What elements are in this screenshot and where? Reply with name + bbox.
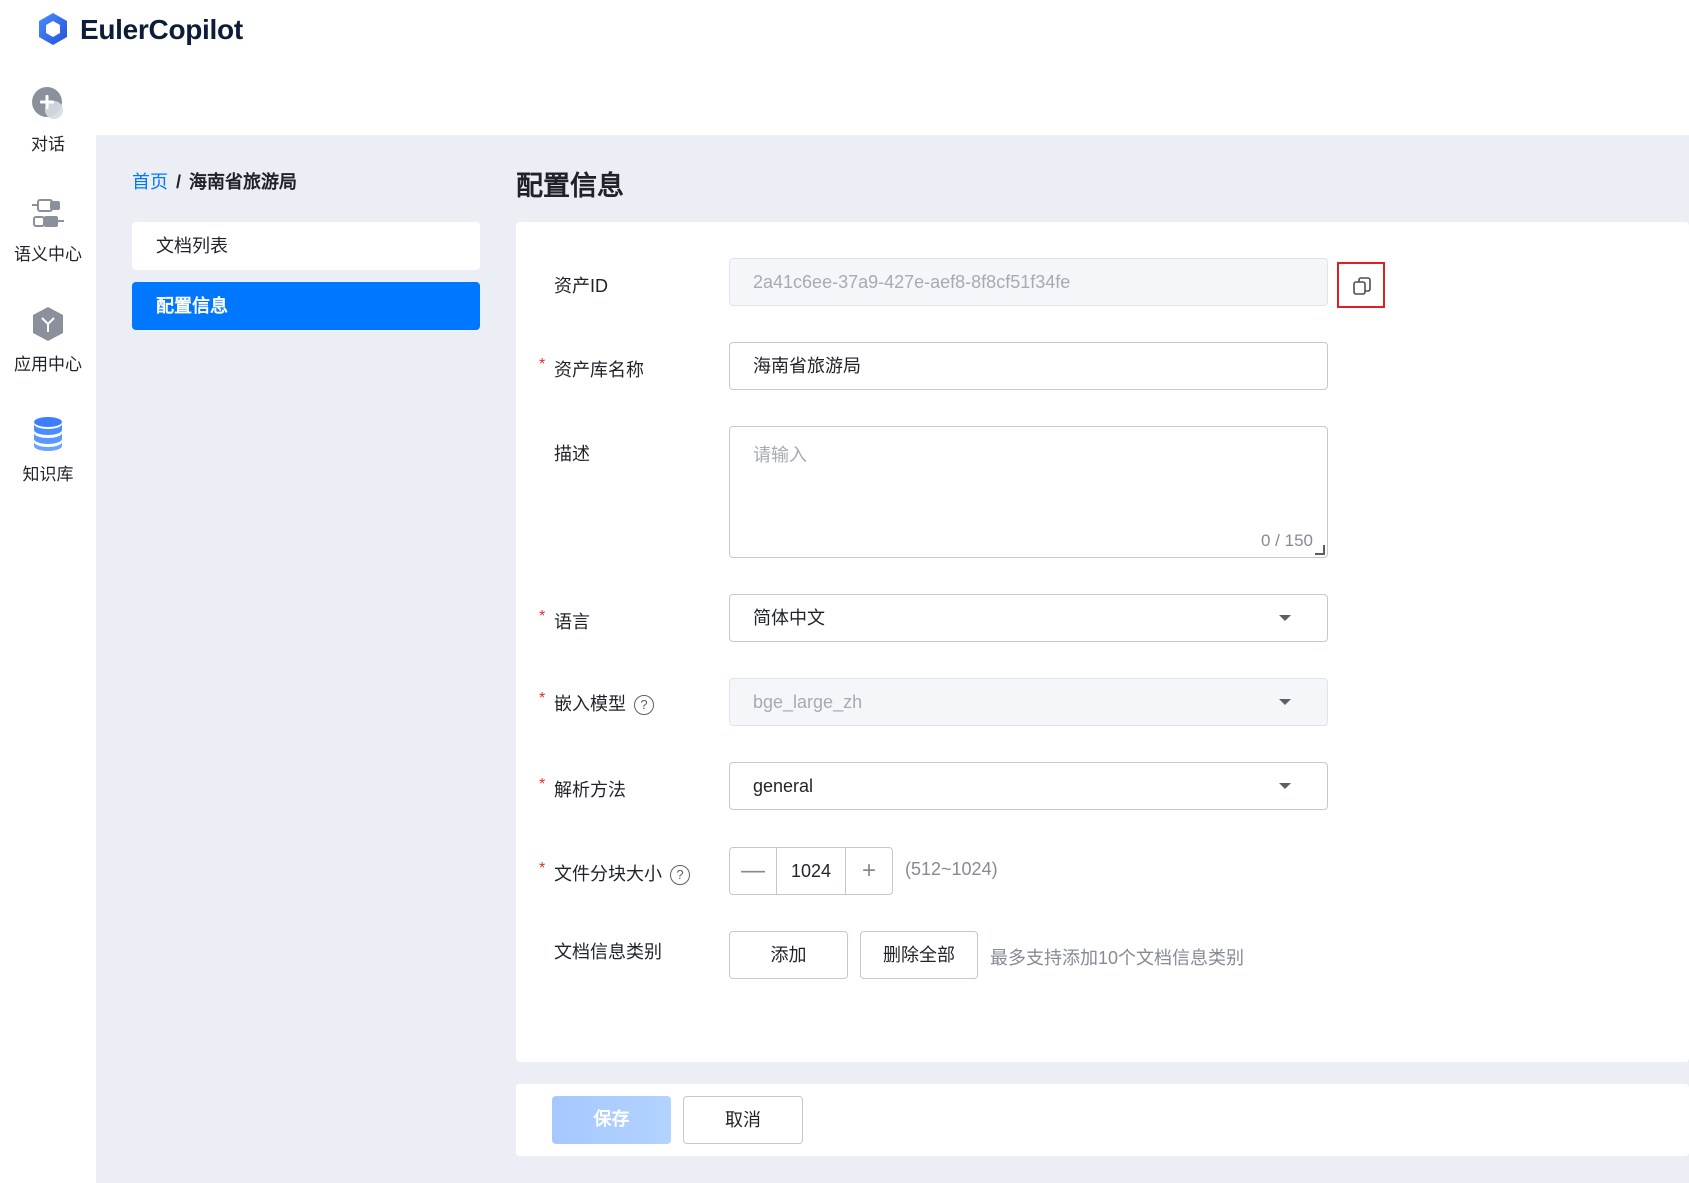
language-select[interactable]: 简体中文 (729, 594, 1328, 642)
language-label: * 语言 (539, 608, 590, 632)
add-category-button[interactable]: 添加 (729, 931, 848, 979)
page-title: 配置信息 (516, 171, 624, 201)
app-brand: EulerCopilot (80, 14, 243, 45)
delete-all-categories-button[interactable]: 删除全部 (860, 931, 978, 979)
parse-method-select-value: general (753, 776, 814, 796)
nav-item-semantic-center[interactable]: 语义中心 (0, 194, 96, 265)
breadcrumb: 首页 / 海南省旅游局 (132, 168, 297, 194)
required-mark: * (539, 356, 546, 373)
left-nav: 对话 语义中心 应用中心 知识库 (0, 64, 96, 1183)
required-mark: * (539, 776, 546, 793)
chunk-size-stepper: — 1024 + (729, 847, 893, 895)
parse-method-label: * 解析方法 (539, 776, 626, 800)
copy-icon (1353, 277, 1371, 295)
asset-id-label: 资产ID (554, 276, 608, 296)
chunk-size-range-hint: (512~1024) (905, 859, 998, 879)
nav-item-app-center[interactable]: 应用中心 (0, 304, 96, 375)
chat-plus-icon (32, 87, 63, 119)
decrement-button[interactable]: — (730, 848, 777, 894)
help-icon[interactable]: ? (634, 695, 654, 715)
eulercopilot-logo-icon (39, 13, 67, 45)
embedding-model-select-value: bge_large_zh (753, 692, 863, 712)
required-mark: * (539, 608, 546, 625)
breadcrumb-separator: / (176, 172, 182, 192)
asset-id-field: 2a41c6ee-37a9-427e-aef8-8f8cf51f34fe (729, 258, 1328, 306)
resize-handle-icon[interactable] (1315, 545, 1325, 555)
top-bar: EulerCopilot (0, 0, 1689, 64)
required-mark: * (539, 690, 546, 707)
doc-categories-label: 文档信息类别 (554, 942, 662, 962)
asset-name-input[interactable]: 海南省旅游局 (729, 342, 1328, 390)
save-button[interactable]: 保存 (552, 1096, 671, 1144)
doc-categories-hint: 最多支持添加10个文档信息类别 (990, 948, 1245, 968)
nav-label: 语义中心 (14, 245, 82, 264)
nav-label: 对话 (31, 135, 65, 154)
breadcrumb-current: 海南省旅游局 (189, 172, 298, 192)
required-mark: * (539, 860, 546, 877)
nav-item-knowledge-base[interactable]: 知识库 (0, 414, 96, 485)
asset-name-label: * 资产库名称 (539, 356, 644, 380)
plugin-icon (32, 199, 64, 227)
description-textarea[interactable]: 请输入 0 / 150 (729, 426, 1328, 558)
description-placeholder: 请输入 (753, 445, 807, 465)
nav-item-chat[interactable]: 对话 (0, 84, 96, 155)
description-label: 描述 (554, 444, 590, 464)
cancel-button[interactable]: 取消 (683, 1096, 803, 1144)
language-select-value: 简体中文 (753, 608, 825, 628)
database-icon (34, 417, 62, 451)
description-char-counter: 0 / 150 (1261, 531, 1313, 550)
chevron-down-icon (1279, 699, 1291, 705)
increment-button[interactable]: + (845, 848, 892, 894)
embedding-model-label: * 嵌入模型? (539, 690, 654, 716)
menu-item-config-info[interactable]: 配置信息 (132, 282, 480, 330)
menu-item-document-list[interactable]: 文档列表 (132, 222, 480, 270)
nav-label: 知识库 (22, 465, 74, 484)
chevron-down-icon (1279, 783, 1291, 789)
embedding-model-select: bge_large_zh (729, 678, 1328, 726)
app-cube-icon (33, 307, 63, 341)
parse-method-select[interactable]: general (729, 762, 1328, 810)
copy-asset-id-button[interactable] (1337, 262, 1385, 308)
nav-label: 应用中心 (14, 355, 82, 374)
chunk-size-label: * 文件分块大小? (539, 860, 690, 886)
chevron-down-icon (1279, 615, 1291, 621)
help-icon[interactable]: ? (670, 865, 690, 885)
chunk-size-value[interactable]: 1024 (777, 848, 845, 894)
breadcrumb-home-link[interactable]: 首页 (132, 172, 168, 192)
